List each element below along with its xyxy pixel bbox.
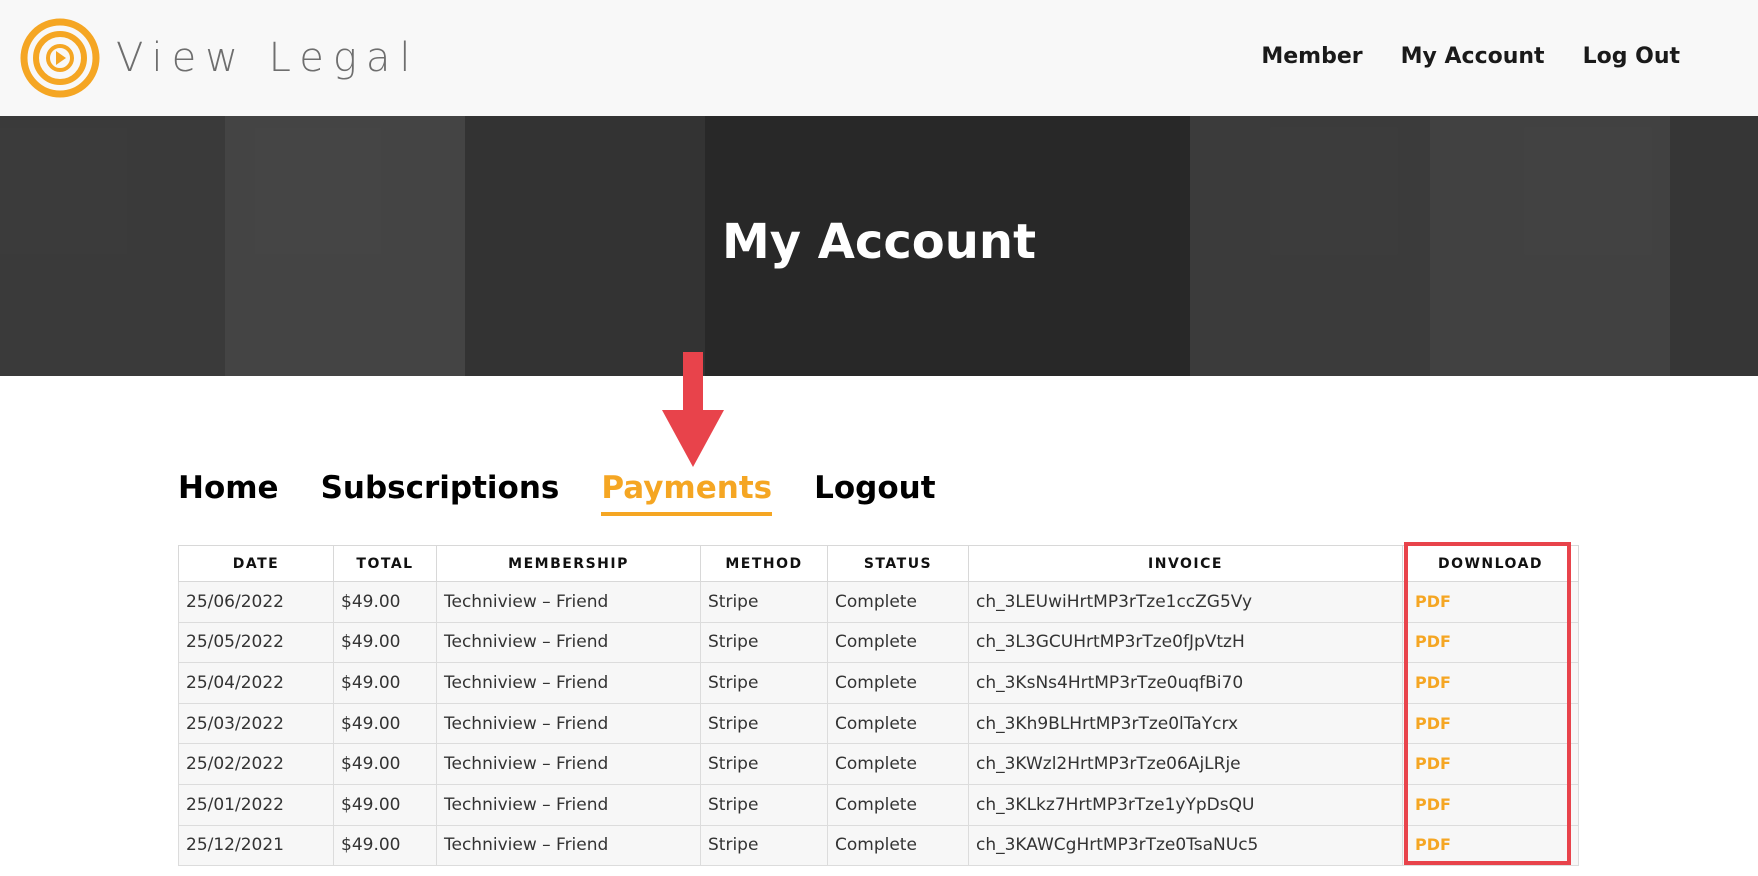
cell-method: Stripe xyxy=(700,783,828,826)
cell-invoice: ch_3KLkz7HrtMP3rTze1yYpDsQU xyxy=(968,783,1403,826)
cell-method: Stripe xyxy=(700,702,828,745)
cell-membership: Techniview – Friend xyxy=(436,783,701,826)
cell-date: 25/12/2021 xyxy=(178,824,334,867)
tab-home[interactable]: Home xyxy=(178,470,279,512)
table-row: 25/01/2022 $49.00 Techniview – Friend St… xyxy=(178,783,1579,826)
cell-method: Stripe xyxy=(700,662,828,704)
cell-method: Stripe xyxy=(700,621,828,664)
nav-my-account[interactable]: My Account xyxy=(1401,44,1545,69)
cell-method: Stripe xyxy=(700,824,828,867)
cell-total: $49.00 xyxy=(333,702,437,745)
cell-status: Complete xyxy=(827,702,969,745)
cell-status: Complete xyxy=(827,743,969,785)
payments-table-wrap: DATE TOTAL MEMBERSHIP METHOD STATUS INVO… xyxy=(178,545,1579,867)
pdf-download-link[interactable]: PDF xyxy=(1410,795,1451,814)
cell-download: PDF xyxy=(1402,743,1579,785)
column-header-date: DATE xyxy=(178,545,334,582)
cell-date: 25/04/2022 xyxy=(178,662,334,704)
pdf-download-link[interactable]: PDF xyxy=(1410,673,1451,692)
column-header-method: METHOD xyxy=(700,545,828,582)
pdf-download-link[interactable]: PDF xyxy=(1410,632,1451,651)
table-row: 25/04/2022 $49.00 Techniview – Friend St… xyxy=(178,662,1579,704)
cell-total: $49.00 xyxy=(333,743,437,785)
hero-banner: My Account xyxy=(0,116,1758,376)
tab-logout[interactable]: Logout xyxy=(814,470,935,512)
cell-invoice: ch_3Kh9BLHrtMP3rTze0lTaYcrx xyxy=(968,702,1403,745)
account-tabs: Home Subscriptions Payments Logout xyxy=(178,470,978,516)
cell-date: 25/03/2022 xyxy=(178,702,334,745)
cell-status: Complete xyxy=(827,662,969,704)
column-header-total: TOTAL xyxy=(333,545,437,582)
cell-membership: Techniview – Friend xyxy=(436,824,701,867)
cell-date: 25/06/2022 xyxy=(178,581,334,623)
cell-membership: Techniview – Friend xyxy=(436,621,701,664)
cell-membership: Techniview – Friend xyxy=(436,581,701,623)
cell-invoice: ch_3KAWCgHrtMP3rTze0TsaNUc5 xyxy=(968,824,1403,867)
cell-invoice: ch_3KsNs4HrtMP3rTze0uqfBi70 xyxy=(968,662,1403,704)
cell-download: PDF xyxy=(1402,824,1579,867)
table-row: 25/12/2021 $49.00 Techniview – Friend St… xyxy=(178,824,1579,867)
pdf-download-link[interactable]: PDF xyxy=(1410,754,1451,773)
cell-status: Complete xyxy=(827,783,969,826)
table-row: 25/05/2022 $49.00 Techniview – Friend St… xyxy=(178,621,1579,664)
top-nav: Member My Account Log Out xyxy=(1223,44,1680,69)
table-header-row: DATE TOTAL MEMBERSHIP METHOD STATUS INVO… xyxy=(178,545,1579,582)
pdf-download-link[interactable]: PDF xyxy=(1410,835,1451,854)
column-header-status: STATUS xyxy=(827,545,969,582)
cell-download: PDF xyxy=(1402,783,1579,826)
cell-membership: Techniview – Friend xyxy=(436,702,701,745)
cell-method: Stripe xyxy=(700,743,828,785)
table-row: 25/03/2022 $49.00 Techniview – Friend St… xyxy=(178,702,1579,745)
cell-total: $49.00 xyxy=(333,662,437,704)
cell-download: PDF xyxy=(1402,702,1579,745)
cell-membership: Techniview – Friend xyxy=(436,662,701,704)
payments-table: DATE TOTAL MEMBERSHIP METHOD STATUS INVO… xyxy=(178,545,1579,867)
column-header-membership: MEMBERSHIP xyxy=(436,545,701,582)
tab-payments[interactable]: Payments xyxy=(601,470,773,516)
cell-invoice: ch_3L3GCUHrtMP3rTze0fJpVtzH xyxy=(968,621,1403,664)
page-title: My Account xyxy=(721,214,1037,270)
down-arrow-icon xyxy=(662,352,724,467)
cell-status: Complete xyxy=(827,581,969,623)
cell-status: Complete xyxy=(827,621,969,664)
nav-member[interactable]: Member xyxy=(1261,44,1362,69)
logo-text: View Legal xyxy=(116,35,420,81)
cell-total: $49.00 xyxy=(333,824,437,867)
cell-download: PDF xyxy=(1402,621,1579,664)
tab-subscriptions[interactable]: Subscriptions xyxy=(321,470,560,512)
pdf-download-link[interactable]: PDF xyxy=(1410,714,1451,733)
column-header-invoice: INVOICE xyxy=(968,545,1403,582)
cell-total: $49.00 xyxy=(333,621,437,664)
logo[interactable]: View Legal xyxy=(20,18,419,98)
site-header: View Legal Member My Account Log Out xyxy=(0,0,1758,116)
pdf-download-link[interactable]: PDF xyxy=(1410,592,1451,611)
column-header-download: DOWNLOAD xyxy=(1402,545,1579,582)
cell-date: 25/02/2022 xyxy=(178,743,334,785)
cell-download: PDF xyxy=(1402,662,1579,704)
cell-membership: Techniview – Friend xyxy=(436,743,701,785)
cell-date: 25/05/2022 xyxy=(178,621,334,664)
cell-invoice: ch_3KWzl2HrtMP3rTze06AjLRje xyxy=(968,743,1403,785)
cell-method: Stripe xyxy=(700,581,828,623)
cell-total: $49.00 xyxy=(333,581,437,623)
cell-status: Complete xyxy=(827,824,969,867)
cell-download: PDF xyxy=(1402,581,1579,623)
logo-icon xyxy=(20,18,100,98)
cell-date: 25/01/2022 xyxy=(178,783,334,826)
nav-log-out[interactable]: Log Out xyxy=(1583,44,1680,69)
cell-invoice: ch_3LEUwiHrtMP3rTze1ccZG5Vy xyxy=(968,581,1403,623)
cell-total: $49.00 xyxy=(333,783,437,826)
table-row: 25/06/2022 $49.00 Techniview – Friend St… xyxy=(178,581,1579,623)
table-row: 25/02/2022 $49.00 Techniview – Friend St… xyxy=(178,743,1579,785)
